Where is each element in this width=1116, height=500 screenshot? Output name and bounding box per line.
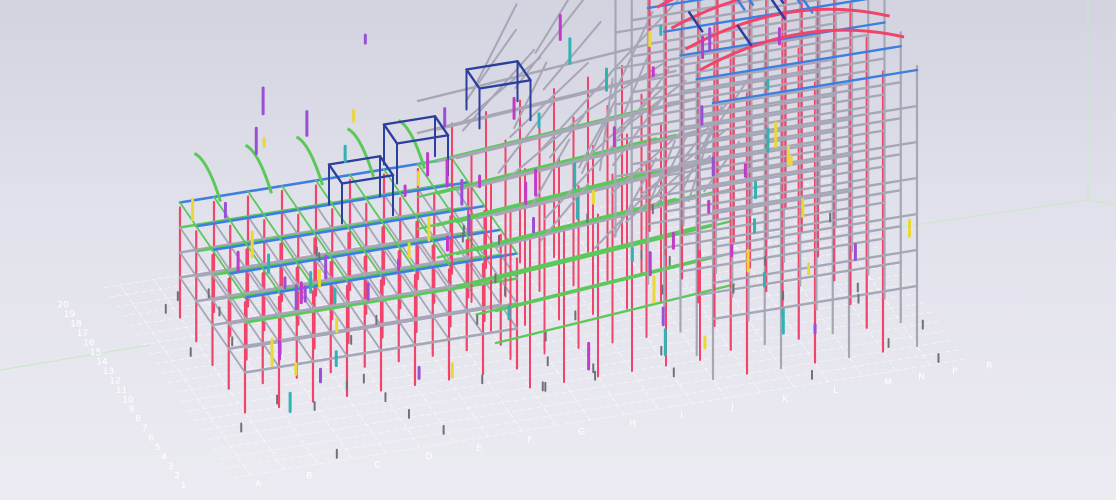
grid-number-label: 14: [96, 357, 108, 367]
grid-number-label: 11: [116, 386, 127, 396]
grid-letter-label: R: [986, 361, 992, 371]
grid-number-label: 4: [161, 452, 167, 462]
grid-letter-label: I: [680, 411, 683, 421]
grid-number-label: 7: [142, 424, 148, 434]
small-roof-arch[interactable]: [244, 143, 273, 194]
grid-number-label: 3: [168, 462, 174, 472]
grid-letter-label: H: [629, 419, 636, 429]
grid-letter-label: P: [952, 367, 958, 377]
grid-letter-label: N: [918, 372, 925, 382]
grid-letter-label: F: [527, 436, 532, 446]
frame-box[interactable]: [395, 134, 450, 145]
small-roof-arch[interactable]: [193, 152, 222, 202]
grid-number-label: 19: [64, 310, 76, 320]
steel-structure-model[interactable]: [164, 0, 940, 459]
grid-number-label: 9: [129, 405, 135, 415]
small-roof-arch[interactable]: [346, 127, 375, 178]
grid-number-label: 8: [135, 414, 141, 424]
grid-number-label: 13: [103, 367, 114, 377]
model-canvas[interactable]: ABCDEFGHIJKLMNPR123456789101112131415161…: [0, 0, 1116, 500]
grid-number-label: 12: [109, 376, 120, 386]
small-roof-arch[interactable]: [295, 135, 324, 186]
beam[interactable]: [475, 254, 716, 316]
grid-number-label: 20: [57, 300, 69, 310]
grid-number-label: 5: [155, 443, 161, 453]
grid-line[interactable]: [200, 311, 932, 431]
beam[interactable]: [475, 190, 716, 252]
grid-letter-label: D: [425, 452, 432, 462]
grid-letter-label: G: [578, 427, 585, 437]
frame-box[interactable]: [382, 115, 437, 126]
roof-truss-member[interactable]: [542, 20, 602, 91]
frame-box[interactable]: [382, 123, 399, 145]
grid-number-label: 6: [148, 433, 154, 443]
grid-letter-label: A: [255, 480, 262, 490]
frame-box[interactable]: [465, 68, 481, 90]
grid-number-label: 16: [83, 338, 95, 348]
grid-number-label: 15: [90, 348, 101, 358]
grid-letter-label: M: [884, 378, 892, 388]
grid-number-label: 18: [70, 319, 82, 329]
grid-letter-label: B: [306, 471, 312, 481]
frame-box[interactable]: [327, 155, 382, 166]
grid-letter-label: K: [782, 394, 789, 404]
grid-number-label: 17: [77, 329, 88, 339]
grid-number-label: 2: [174, 471, 180, 481]
grid-letter-label: E: [476, 444, 482, 454]
3d-model-viewport[interactable]: A B C D E F G H I J K L M N P R 1 2 3 4 5 6 7 8 9 10 11 12 13 14 15 16 1…: [0, 0, 1116, 500]
beam[interactable]: [436, 133, 677, 195]
grid-letter-label: C: [374, 460, 380, 470]
grid-number-label: 10: [122, 395, 134, 405]
small-roof-arch[interactable]: [397, 119, 426, 169]
roof-truss-member[interactable]: [534, 0, 582, 54]
grid-letter-label: L: [833, 386, 838, 396]
grid-number-label: 1: [181, 481, 187, 491]
grid-letter-label: J: [730, 403, 734, 413]
grid-labels: ABCDEFGHIJKLMNPR123456789101112131415161…: [57, 300, 992, 491]
frame-box[interactable]: [327, 163, 344, 185]
